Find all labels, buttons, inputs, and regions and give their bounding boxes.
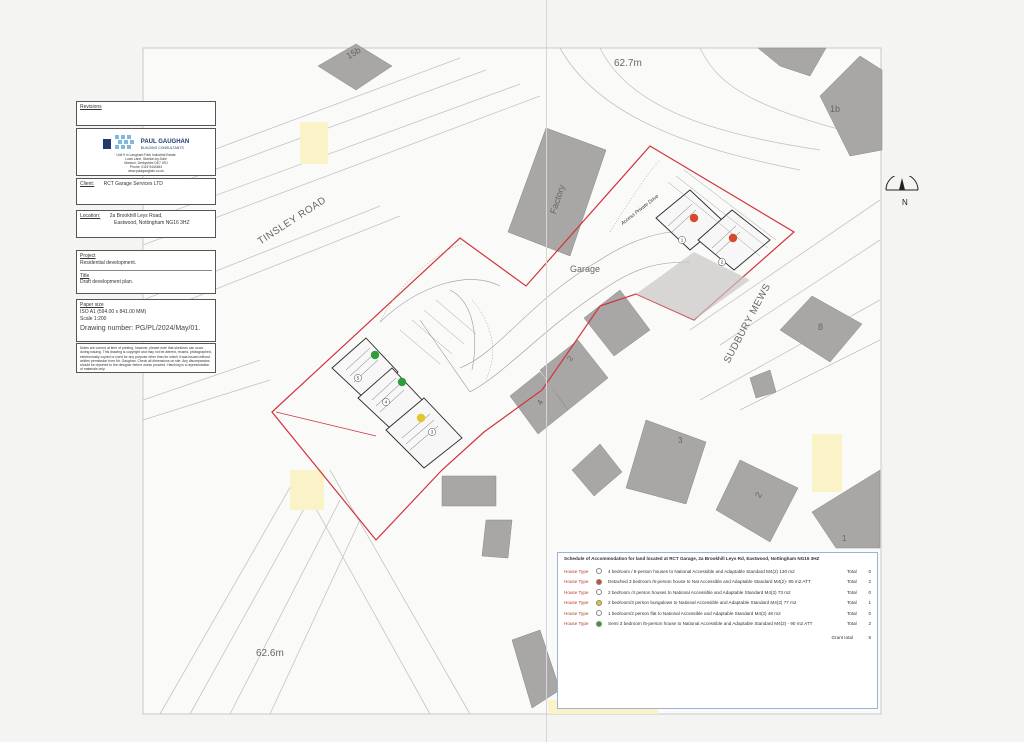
- total-label: Total: [847, 610, 857, 616]
- house-type-dot: [596, 599, 602, 606]
- plot-dot-red-2: [728, 233, 738, 243]
- total-label: Total: [847, 621, 857, 627]
- plot-number-marker: 5: [354, 374, 362, 382]
- plot-dot-yellow: [416, 413, 426, 423]
- client-value: RCT Garage Services LTD: [103, 181, 163, 187]
- revisions-label: Revisions: [80, 104, 102, 110]
- schedule-of-accommodation: Schedule of Accommodation for land locat…: [557, 552, 878, 709]
- drawing-number: Drawing number: PG/PL/2024/May/01.: [80, 325, 201, 333]
- title-value: Draft development plan.: [80, 279, 134, 286]
- notes-box: Notes are correct at time of printing, h…: [76, 343, 216, 373]
- scale-value: Scale 1:200: [80, 315, 107, 322]
- label-garage: Garage: [570, 264, 601, 274]
- schedule-title: Schedule of Accommodation for land locat…: [564, 556, 820, 561]
- address-line: www.paulgaughan.co.uk: [128, 168, 164, 173]
- location-line1: 2a Brookhill Leys Road,: [109, 213, 163, 219]
- house-number-1: 1: [842, 534, 847, 543]
- schedule-grand-total: Grant total 5: [564, 635, 871, 640]
- house-type-dot: [596, 578, 602, 585]
- house-type-dot: [596, 589, 602, 596]
- schedule-row: House Type 2 bedroom /4 person houses to …: [564, 587, 871, 598]
- house-type-label: House Type: [564, 579, 589, 585]
- site-plan-sheet: 12345 62.7m 62.6m TINSLEY ROAD SUDBURY M…: [0, 0, 1024, 742]
- client-label: Client:: [80, 181, 95, 187]
- total-label: Total: [847, 579, 857, 585]
- company-subtitle: BUILDING CONSULTANTS: [140, 145, 184, 150]
- north-arrow: N: [882, 173, 922, 217]
- house-type-description: 4 bedroom / 8-person houses to National …: [608, 568, 795, 574]
- house-type-label: House Type: [564, 589, 589, 595]
- paper-fold-line: [546, 0, 547, 742]
- notes-text: Notes are correct at time of printing, h…: [80, 346, 212, 372]
- house-type-dot: [596, 568, 602, 575]
- company-box: PAUL GAUGHAN BUILDING CONSULTANTS Unit 9…: [76, 128, 216, 176]
- schedule-row: House Type 2 bedroom/3 person bungalows t…: [564, 598, 871, 609]
- house-type-description: 2 bedroom/3 person bungalows to National…: [608, 600, 797, 606]
- schedule-row: House Type 4 bedroom / 8-person houses to…: [564, 566, 871, 577]
- title-label: Title: [80, 272, 90, 279]
- house-type-dot: [596, 620, 602, 627]
- total-label: Total: [847, 568, 857, 574]
- project-box: Project Residential development. Title D…: [76, 250, 216, 294]
- total-label: Total: [847, 589, 857, 595]
- total-label: Total: [847, 600, 857, 606]
- house-type-description: 1 bedroom/2 person flat to National Acce…: [608, 610, 781, 616]
- company-name: PAUL GAUGHAN: [140, 138, 190, 145]
- revisions-box: Revisions: [76, 101, 216, 126]
- paper-value: ISO A1 (594.00 x 841.00 MM): [80, 308, 147, 315]
- house-type-dot: [596, 610, 602, 617]
- house-type-description: Detached 3 bedroom /5-person house to Na…: [608, 579, 811, 585]
- schedule-row: House Type Semi 3 bedroom /5-person house…: [564, 619, 871, 630]
- house-type-label: House Type: [564, 600, 589, 606]
- house-type-description: Semi 3 bedroom /5-person house to Nation…: [608, 621, 813, 627]
- house-type-label: House Type: [564, 610, 589, 616]
- level-label-top: 62.7m: [614, 58, 642, 69]
- level-label-bottom: 62.6m: [256, 648, 284, 659]
- schedule-row: House Type Detached 3 bedroom /5-person h…: [564, 577, 871, 588]
- schedule-rows: House Type 4 bedroom / 8-person houses to…: [564, 566, 871, 629]
- north-label: N: [902, 198, 908, 207]
- house-type-description: 2 bedroom /4 person houses to National A…: [608, 589, 791, 595]
- plot-dot-green-1: [370, 350, 380, 360]
- plot-number-marker: 1: [678, 236, 686, 244]
- project-label: Project: [80, 253, 96, 259]
- plot-dot-red-1: [689, 213, 699, 223]
- plot-number-marker: 3: [428, 428, 436, 436]
- grand-total-value: 5: [868, 635, 871, 640]
- schedule-row: House Type 1 bedroom/2 person flat to Nat…: [564, 608, 871, 619]
- house-type-label: House Type: [564, 568, 589, 574]
- total-value: 2: [868, 621, 871, 627]
- plot-number-marker: 2: [718, 258, 726, 266]
- location-label: Location:: [80, 213, 101, 219]
- client-box: Client: RCT Garage Services LTD: [76, 178, 216, 205]
- paper-label: Paper size: [80, 302, 104, 308]
- location-box: Location: 2a Brookhill Leys Road, Eastwo…: [76, 210, 216, 238]
- total-value: 2: [868, 579, 871, 585]
- location-line2: Eastwood, Nottingham NG16 3HZ: [114, 219, 190, 226]
- house-number-3: 3: [678, 436, 683, 445]
- company-logo-icon: [102, 135, 134, 149]
- plot-dot-green-2: [397, 377, 407, 387]
- project-value: Residential development.: [80, 259, 137, 266]
- plot-number-marker: 4: [382, 398, 390, 406]
- house-type-label: House Type: [564, 621, 589, 627]
- total-value: 0: [868, 568, 871, 574]
- grand-total-label: Grant total: [831, 635, 853, 640]
- house-number-1b: 1b: [830, 104, 841, 114]
- total-value: 0: [868, 589, 871, 595]
- total-value: 1: [868, 600, 871, 606]
- house-number-8: 8: [818, 322, 824, 332]
- total-value: 0: [868, 610, 871, 616]
- paper-box: Paper size ISO A1 (594.00 x 841.00 MM) S…: [76, 299, 216, 342]
